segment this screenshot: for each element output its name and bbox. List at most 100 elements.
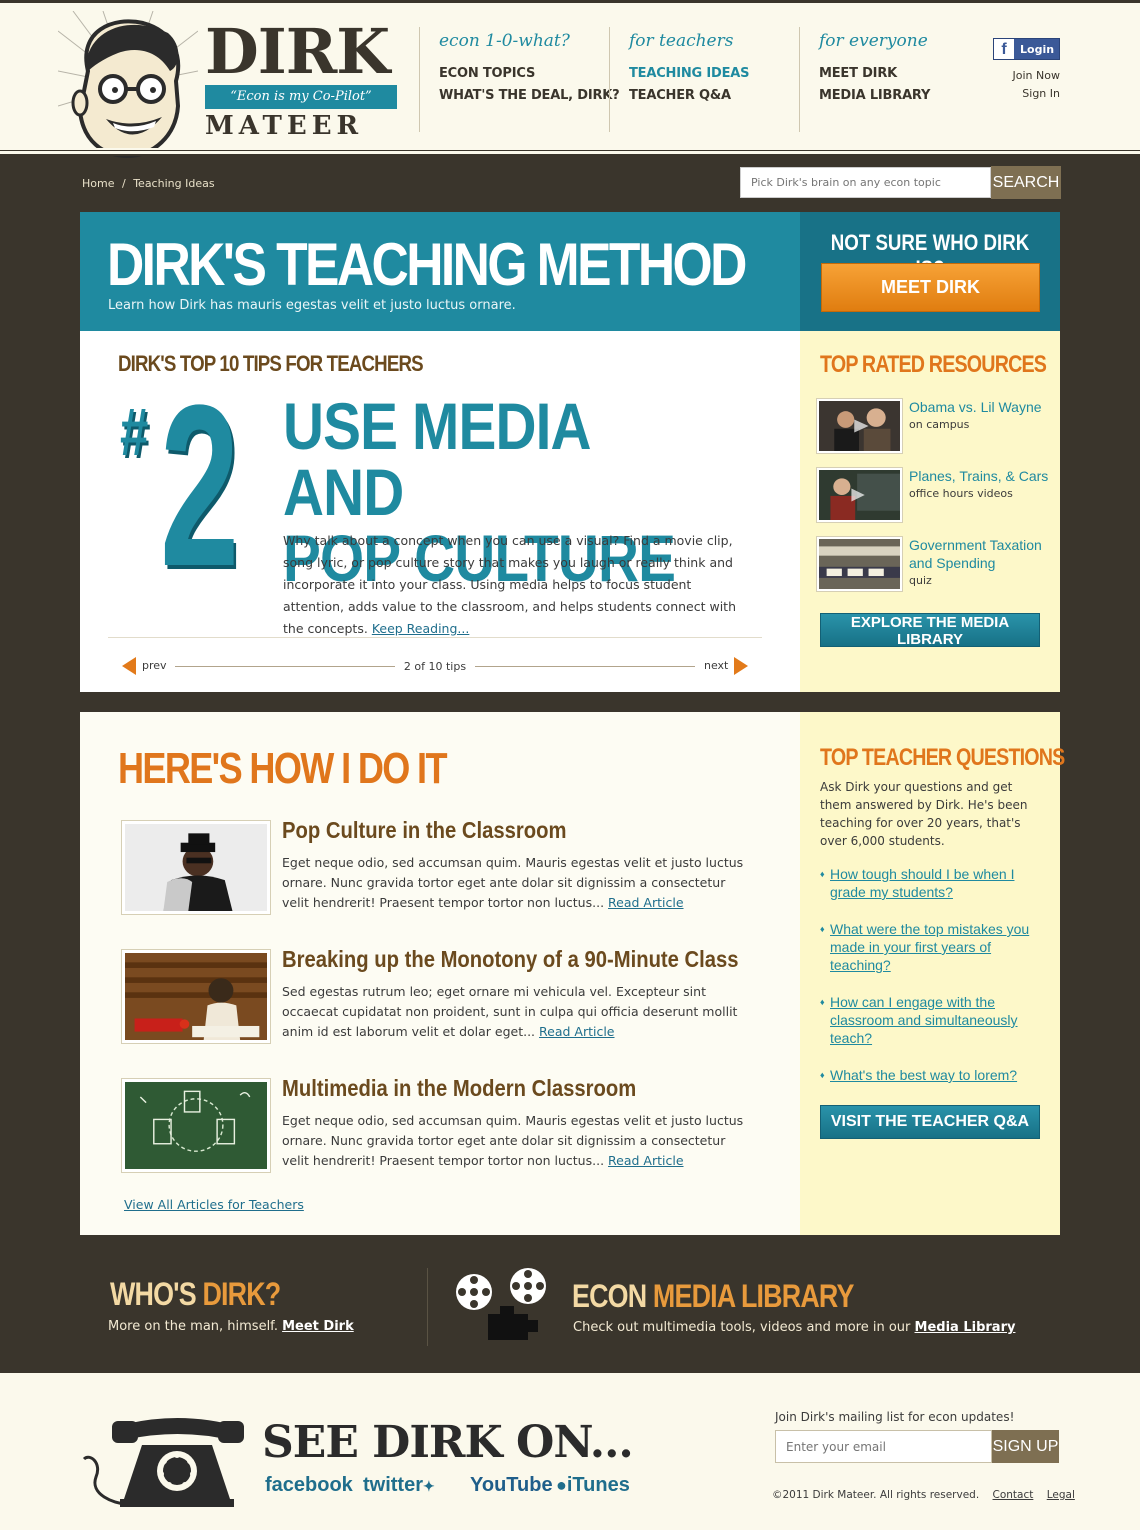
resource-item[interactable]: Planes, Trains, & Cars office hours vide… [816, 467, 1049, 523]
article-thumbnail[interactable] [121, 820, 271, 915]
nav-link-econ-topics[interactable]: ECON TOPICS [439, 66, 620, 81]
tip-hash: # [120, 394, 149, 470]
media-library-heading: ECON MEDIA LIBRARY [572, 1278, 854, 1315]
tips-divider [108, 637, 762, 638]
copyright: ©2011 Dirk Mateer. All rights reserved. … [772, 1489, 1075, 1501]
resource-item[interactable]: Obama vs. Lil Wayne on campus [816, 398, 1049, 454]
dirk-face-logo-icon[interactable] [58, 11, 198, 159]
view-all-articles-link[interactable]: View All Articles for Teachers [124, 1197, 304, 1212]
nav-link-media-library[interactable]: MEDIA LIBRARY [819, 88, 930, 103]
mailing-list-label: Join Dirk's mailing list for econ update… [775, 1410, 1015, 1424]
band-divider [427, 1268, 428, 1346]
nav-link-meet-dirk[interactable]: MEET DIRK [819, 66, 930, 81]
resource-title-text: Obama vs. Lil Wayne [909, 399, 1042, 415]
read-article-link[interactable]: Read Article [539, 1024, 614, 1039]
resource-title[interactable]: Planes, Trains, & Cars office hours vide… [909, 467, 1049, 503]
resource-item[interactable]: Government Taxation and Spending quiz [816, 536, 1049, 592]
resource-title[interactable]: Obama vs. Lil Wayne on campus [909, 398, 1049, 434]
twitter-label: twitter [363, 1474, 423, 1496]
article-thumbnail[interactable] [121, 1078, 271, 1173]
visit-teacher-qa-button[interactable]: VISIT THE TEACHER Q&A [820, 1105, 1040, 1139]
article-thumbnail[interactable] [121, 949, 271, 1044]
resource-subtitle: quiz [909, 574, 932, 587]
tip-body: Why talk about a concept when you can us… [283, 530, 753, 640]
join-now-link[interactable]: Join Now [1013, 69, 1060, 82]
media-library-link[interactable]: Media Library [915, 1320, 1016, 1335]
breadcrumb-separator: / [121, 177, 126, 190]
facebook-login-button[interactable]: f Login [993, 38, 1060, 60]
logo-name-top: DIRK [205, 15, 390, 88]
prev-arrow-icon[interactable] [122, 657, 136, 675]
meet-dirk-button[interactable]: MEET DIRK [821, 263, 1040, 312]
question-link[interactable]: How tough should I be when I grade my st… [820, 865, 1045, 901]
article-title[interactable]: Multimedia in the Modern Classroom [282, 1075, 636, 1102]
article-title[interactable]: Breaking up the Monotony of a 90-Minute … [282, 946, 739, 973]
nav-link-whats-the-deal[interactable]: WHAT'S THE DEAL, DIRK? [439, 88, 620, 103]
whos-dirk-text: More on the man, himself. Meet Dirk [108, 1319, 354, 1334]
meet-dirk-link[interactable]: Meet Dirk [282, 1319, 354, 1334]
email-field[interactable] [775, 1430, 992, 1463]
top-teacher-questions: TOP TEACHER QUESTIONS Ask Dirk your ques… [800, 712, 1065, 1235]
article-body-text: Sed egestas rutrum leo; eget ornare mi v… [282, 984, 738, 1039]
read-article-link[interactable]: Read Article [608, 895, 683, 910]
twitter-link[interactable]: twitter✦ [363, 1474, 435, 1497]
resource-thumbnail[interactable] [816, 398, 903, 454]
page-subtitle: Learn how Dirk has mauris egestas velit … [108, 298, 516, 313]
media-library-heading-b: MEDIA LIBRARY [652, 1278, 854, 1314]
meet-dirk-panel: NOT SURE WHO DIRK IS? MEET DIRK [800, 212, 1060, 331]
article-item: Pop Culture in the Classroom Eget neque … [121, 817, 762, 916]
nav-group-teachers: for teachers TEACHING IDEAS TEACHER Q&A [609, 27, 749, 132]
facebook-link[interactable]: facebook [265, 1474, 353, 1497]
resource-title[interactable]: Government Taxation and Spending quiz [909, 536, 1049, 590]
prev-link[interactable]: prev [142, 659, 167, 672]
breadcrumb: Home / Teaching Ideas [82, 177, 215, 190]
twitter-bird-icon: ✦ [423, 1478, 435, 1494]
nav-link-teaching-ideas[interactable]: TEACHING IDEAS [629, 66, 749, 81]
breadcrumb-current: Teaching Ideas [133, 177, 215, 190]
whos-dirk-heading: WHO'S DIRK? [110, 1276, 281, 1313]
question-link[interactable]: What's the best way to lorem? [820, 1066, 1045, 1084]
keep-reading-link[interactable]: Keep Reading... [372, 621, 470, 636]
article-body: Eget neque odio, sed accumsan quim. Maur… [282, 853, 754, 913]
search-input[interactable] [740, 167, 991, 198]
legal-link[interactable]: Legal [1047, 1489, 1075, 1501]
nav-link-teacher-qa[interactable]: TEACHER Q&A [629, 88, 749, 103]
sign-in-link[interactable]: Sign In [1022, 87, 1060, 100]
next-arrow-icon[interactable] [734, 657, 748, 675]
logo-tagline: “Econ is my Co-Pilot” [205, 85, 397, 109]
itunes-label: iTunes [566, 1474, 630, 1496]
article-item: Breaking up the Monotony of a 90-Minute … [121, 946, 762, 1045]
tip-number: 2 [160, 357, 240, 614]
media-library-text: Check out multimedia tools, videos and m… [573, 1320, 1015, 1335]
resource-title-text: Planes, Trains, & Cars [909, 468, 1049, 484]
breadcrumb-home[interactable]: Home [82, 177, 114, 190]
how-i-do-it-section: HERE'S HOW I DO IT Pop Culture in the Cl… [80, 712, 800, 1235]
read-article-link[interactable]: Read Article [608, 1153, 683, 1168]
media-library-heading-a: ECON [572, 1278, 647, 1314]
top-rated-resources: TOP RATED RESOURCES Obama vs. Lil Wayne … [800, 331, 1060, 692]
tips-panel: DIRK'S TOP 10 TIPS FOR TEACHERS # 2 USE … [80, 331, 800, 692]
sign-up-button[interactable]: SIGN UP [992, 1430, 1059, 1463]
nav-heading-everyone: for everyone [819, 31, 928, 51]
site-footer: SEE DIRK ON... facebook twitter✦ YouTube… [0, 1373, 1140, 1530]
logo-wordmark[interactable]: DIRK “Econ is my Co-Pilot” MATEER [205, 21, 400, 141]
resource-thumbnail[interactable] [816, 536, 903, 592]
article-title[interactable]: Pop Culture in the Classroom [282, 817, 567, 844]
next-link[interactable]: next [704, 659, 728, 672]
facebook-icon: f [994, 39, 1014, 59]
explore-media-library-button[interactable]: EXPLORE THE MEDIA LIBRARY [820, 613, 1040, 648]
article-body: Sed egestas rutrum leo; eget ornare mi v… [282, 982, 754, 1042]
question-link[interactable]: How can I engage with the classroom and … [820, 993, 1045, 1047]
apple-icon: ● [556, 1475, 567, 1495]
resource-thumbnail[interactable] [816, 467, 903, 523]
page-title: DIRK'S TEACHING METHOD [107, 231, 747, 298]
resource-title-text: Government Taxation and Spending [909, 537, 1042, 571]
facebook-login-label: Login [1020, 42, 1055, 56]
tip-body-text: Why talk about a concept when you can us… [283, 533, 737, 636]
contact-link[interactable]: Contact [993, 1489, 1034, 1501]
itunes-link[interactable]: ●iTunes [556, 1474, 630, 1497]
youtube-link[interactable]: YouTube [470, 1474, 553, 1497]
question-link[interactable]: What were the top mistakes you made in y… [820, 920, 1045, 974]
rotary-phone-icon [82, 1418, 244, 1507]
search-button[interactable]: SEARCH [991, 166, 1061, 199]
